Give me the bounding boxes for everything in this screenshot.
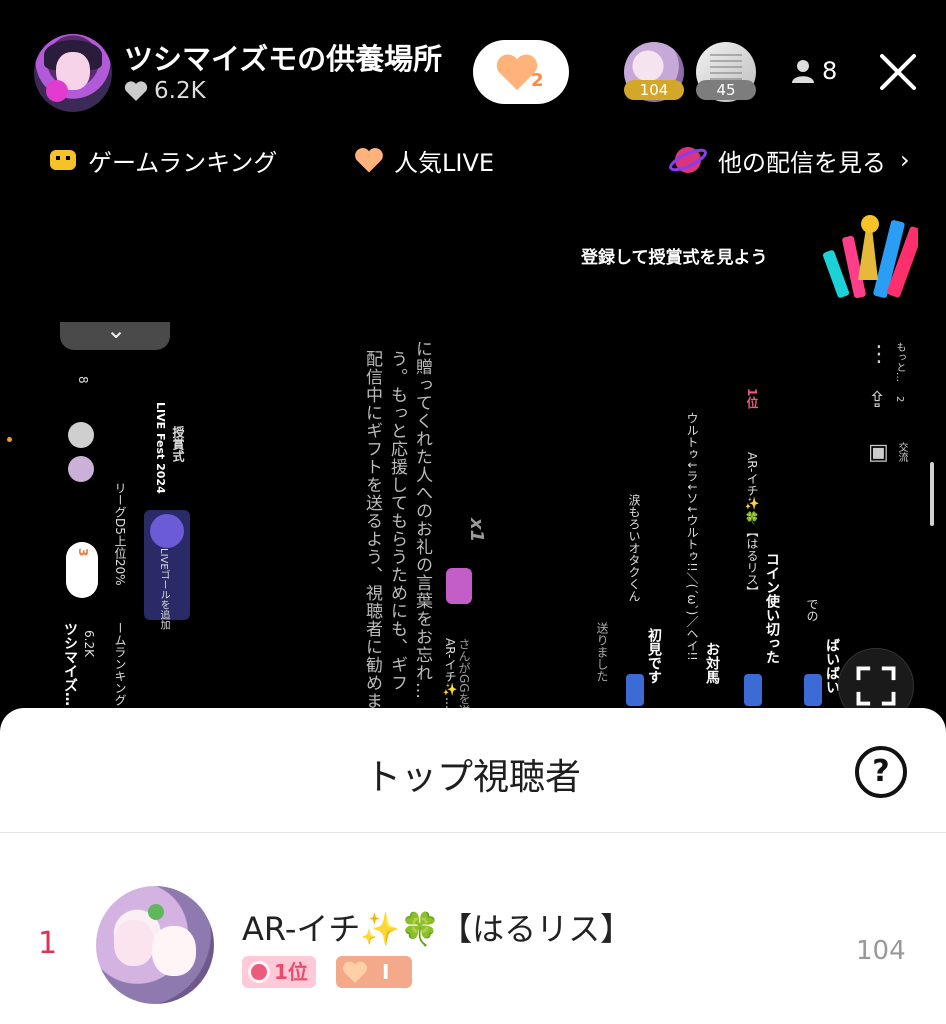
gg-multiplier: x1	[466, 518, 487, 543]
gg-icon	[446, 568, 472, 604]
rank-badge-label: 1位	[274, 960, 308, 984]
divider	[0, 832, 946, 833]
share-count: 2	[894, 396, 905, 403]
trophy-icon[interactable]	[822, 210, 918, 302]
system-line-2: う。もっと応援してもらうためにも、ギフ	[387, 350, 407, 692]
goal-icon	[150, 514, 184, 548]
popular-live-link[interactable]: 人気LIVE	[354, 140, 494, 180]
live-header: ツシマイズモの供養場所 6.2K 2 104 45 8	[0, 0, 946, 120]
chevron-right-icon: ›	[900, 146, 910, 174]
host-name[interactable]: ツシマイズモの供養場所	[124, 36, 442, 78]
overlay-rank-label: ームランキング	[113, 622, 127, 706]
help-icon[interactable]: ?	[855, 746, 907, 798]
viewer-count-value: 8	[822, 57, 838, 85]
share-icon[interactable]: ⇪	[868, 388, 886, 413]
overlay-league: リーグD5上位20%	[113, 482, 127, 586]
viewer-rank: 1	[38, 926, 58, 961]
host-likes-value: 6.2K	[154, 78, 206, 104]
system-line-1: 配信中にギフトを送るよう、視聴者に勧めま	[362, 350, 382, 710]
game-ranking-label: ゲームランキング	[88, 148, 278, 177]
other-streams-label: 他の配信を見る	[718, 148, 886, 177]
host-avatar[interactable]	[34, 34, 112, 112]
level-badge	[744, 674, 762, 706]
host-likes: 6.2K	[124, 78, 206, 104]
system-line-3: に贈ってくれた人へのお礼の言葉をお忘れ…	[412, 340, 432, 700]
chat-message: 初見です	[646, 628, 662, 684]
interact-label: 交流	[896, 442, 907, 462]
rank-badge: 1位	[242, 956, 316, 988]
level-badge	[804, 674, 822, 706]
indicator-dot	[7, 437, 12, 442]
chat-line: ウルトゥ↓ラ↓ソ↓ウルトゥ!!＼(´ω`)／ヘイ!!	[685, 412, 699, 661]
other-streams-link[interactable]: 他の配信を見る ›	[668, 140, 910, 180]
level-badge	[626, 674, 644, 706]
close-icon[interactable]	[876, 50, 920, 94]
overlay-viewer-count: 8	[76, 376, 90, 384]
orange-heart-icon	[355, 147, 383, 173]
popular-live-label: 人気LIVE	[394, 148, 495, 177]
overlay-host-likes: 6.2K	[82, 630, 96, 657]
top-viewer-badge-1: 104	[624, 80, 684, 100]
heart-icon	[124, 81, 148, 101]
orange-heart-icon	[342, 961, 368, 983]
chat-user: 涙もろいオタクくん	[627, 494, 641, 602]
overlay-viewer-avatar	[68, 422, 94, 448]
level-badge-label: I	[382, 960, 390, 984]
award-promo-text[interactable]: 登録して授賞式を見よう	[581, 243, 768, 268]
viewer-name[interactable]: AR-イチ✨🍀【はるリス】	[242, 904, 632, 950]
game-ranking-link[interactable]: ゲームランキング	[48, 140, 277, 180]
planet-icon	[669, 147, 707, 173]
chat-rank: 1位	[745, 388, 759, 409]
more-label: もっと…	[894, 342, 905, 382]
interact-icon[interactable]: ▣	[868, 440, 889, 465]
more-icon[interactable]: ⋮	[868, 342, 890, 367]
chat-user: での	[805, 598, 819, 622]
gg-action: さんがGGを送…	[457, 638, 471, 712]
goal-label: LIVEゴールを追加	[158, 548, 169, 630]
overlay-gift-count: 3	[76, 548, 90, 557]
chat-line: お対馬	[704, 642, 720, 684]
chat-message: コイン使い切った	[764, 552, 780, 664]
fest-sub: 授賞式	[171, 426, 185, 462]
coin-count: 104	[856, 936, 906, 966]
avatar[interactable]	[96, 886, 214, 1004]
top-viewer-badge-2: 45	[696, 80, 756, 100]
person-icon	[792, 60, 814, 83]
overlay-host-name: ツシマイズ…	[62, 622, 78, 706]
chat-user: AR-イチ✨🍀【はるリス】	[745, 452, 759, 598]
top-viewers-sheet: トップ視聴者 ? 1 AR-イチ✨🍀【はるリス】 1位 I 104	[0, 708, 946, 1024]
viewer-count-button[interactable]: 8	[792, 57, 837, 85]
sheet-title: トップ視聴者	[364, 757, 581, 798]
gamepad-icon	[50, 150, 76, 170]
level-badge: I	[336, 956, 412, 988]
medal-icon	[248, 961, 270, 983]
chat-line: 送りました	[595, 622, 609, 682]
fest-title: LIVE Fest 2024	[154, 402, 167, 494]
rotated-stream-view: ツシマイズ… 6.2K ームランキング リーグD5上位20% 3 8 LIVE …	[60, 322, 920, 712]
scrollbar[interactable]	[930, 462, 934, 526]
gift-button[interactable]: 2	[473, 40, 569, 104]
overlay-viewer-avatar	[68, 456, 94, 482]
gift-count: 2	[531, 70, 544, 91]
